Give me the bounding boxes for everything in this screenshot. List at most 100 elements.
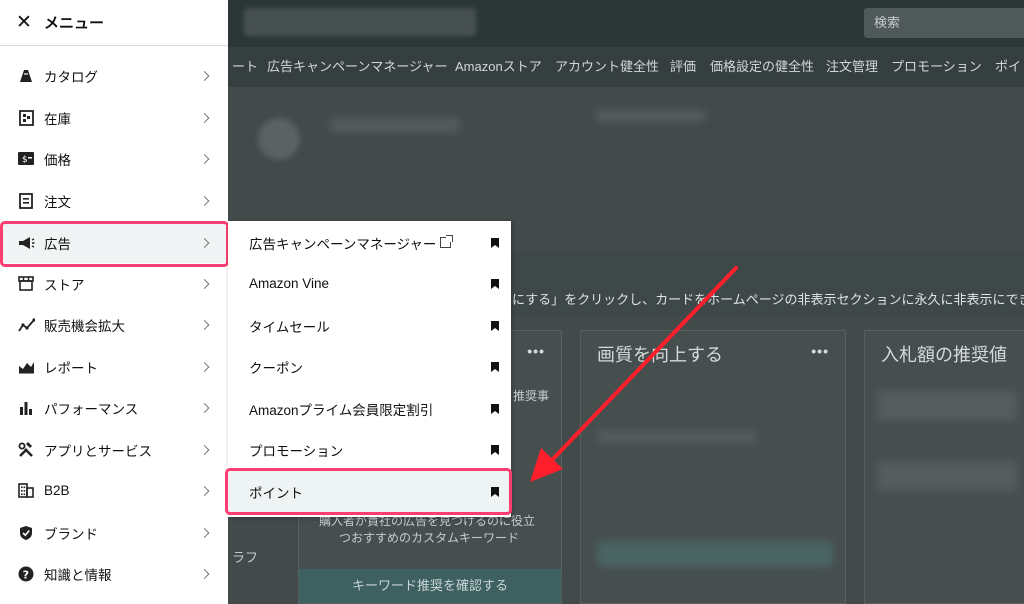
- blurred-store-name: [244, 8, 476, 36]
- points-highlight: [225, 468, 512, 515]
- menu-header: ✕ メニュー: [0, 0, 228, 46]
- menu-item-orders[interactable]: 注文: [0, 180, 228, 221]
- bookmark-icon[interactable]: [491, 362, 499, 372]
- nav-item[interactable]: ート: [232, 47, 258, 87]
- bookmark-icon[interactable]: [491, 445, 499, 455]
- submenu-item-amazon-vine[interactable]: Amazon Vine: [228, 263, 511, 304]
- submenu-item-label: プロモーション: [249, 443, 344, 459]
- menu-item-label: 価格: [44, 152, 71, 168]
- side-menu: ✕ メニュー カタログ 在庫 $ 価格 注文 広告 ストア 販売機会拡大 レポー…: [0, 0, 228, 604]
- chevron-right-icon: [199, 112, 210, 123]
- submenu-item-promotion[interactable]: プロモーション: [228, 429, 511, 470]
- close-icon[interactable]: ✕: [16, 11, 32, 34]
- blurred-button: [597, 541, 833, 567]
- svg-text:$: $: [22, 155, 28, 165]
- growth-icon: [17, 316, 35, 334]
- chevron-right-icon: [199, 402, 210, 413]
- external-link-icon: [440, 235, 454, 248]
- menu-item-catalog[interactable]: カタログ: [0, 55, 228, 96]
- brand-shield-icon: [17, 524, 35, 542]
- reports-icon: [17, 358, 35, 376]
- nav-item[interactable]: 注文管理: [826, 47, 878, 87]
- nav-item[interactable]: 価格設定の健全性: [710, 47, 814, 87]
- store-icon: [17, 275, 35, 293]
- card-image-quality: 画質を向上する •••: [580, 330, 846, 604]
- chevron-right-icon: [199, 195, 210, 206]
- chevron-right-icon: [199, 568, 210, 579]
- menu-item-label: パフォーマンス: [44, 401, 139, 417]
- submenu-item-coupon[interactable]: クーポン: [228, 346, 511, 387]
- blurred-text: [595, 110, 705, 122]
- nav-item[interactable]: ポイ: [995, 47, 1021, 87]
- card-text: つおすすめのカスタムキーワード: [339, 531, 520, 545]
- submenu-item-label: Amazonプライム会員限定割引: [249, 402, 434, 418]
- menu-item-label: アプリとサービス: [44, 443, 152, 459]
- chevron-right-icon: [199, 527, 210, 538]
- nav-item[interactable]: アカウント健全性: [555, 47, 659, 87]
- menu-item-growth[interactable]: 販売機会拡大: [0, 304, 228, 345]
- chevron-right-icon: [199, 319, 210, 330]
- search-input[interactable]: 検索: [864, 8, 1024, 38]
- submenu-item-label: Amazon Vine: [249, 276, 330, 291]
- submenu-item-prime-discount[interactable]: Amazonプライム会員限定割引: [228, 388, 511, 429]
- catalog-icon: [17, 67, 35, 85]
- menu-item-apps[interactable]: アプリとサービス: [0, 429, 228, 470]
- notice-text: にする」をクリックし、カードをホームページの非表示セクションに永久に非表示にでき: [512, 292, 1024, 307]
- bookmark-icon[interactable]: [491, 238, 499, 248]
- submenu-item-label: 広告キャンペーンマネージャー: [249, 236, 437, 252]
- chevron-right-icon: [199, 278, 210, 289]
- menu-item-label: レポート: [44, 360, 98, 376]
- menu-item-reports[interactable]: レポート: [0, 346, 228, 387]
- more-icon[interactable]: •••: [811, 343, 829, 359]
- nav-item[interactable]: Amazonストア: [455, 47, 542, 87]
- menu-item-performance[interactable]: パフォーマンス: [0, 387, 228, 428]
- menu-item-label: ストア: [44, 277, 85, 293]
- card-title: 画質を向上する: [597, 345, 723, 365]
- submenu-item-time-sale[interactable]: タイムセール: [228, 305, 511, 346]
- advertising-highlight: [0, 221, 229, 267]
- svg-text:?: ?: [23, 568, 29, 581]
- menu-item-inventory[interactable]: 在庫: [0, 97, 228, 138]
- help-icon: ?: [17, 565, 35, 583]
- menu-item-label: 注文: [44, 194, 71, 210]
- pricing-icon: $: [17, 150, 35, 168]
- bookmark-icon[interactable]: [491, 279, 499, 289]
- menu-item-label: 在庫: [44, 111, 71, 127]
- card-title: 入札額の推奨値: [881, 345, 1007, 365]
- card-text: ラフ: [232, 550, 259, 565]
- menu-item-label: カタログ: [44, 69, 98, 85]
- menu-item-label: 知識と情報: [44, 567, 112, 583]
- blurred-text: [877, 391, 1017, 421]
- blurred-text: [597, 431, 757, 443]
- orders-icon: [17, 192, 35, 210]
- nav-item[interactable]: 広告キャンペーンマネージャー: [267, 47, 447, 87]
- nav-item[interactable]: プロモーション: [891, 47, 982, 87]
- menu-item-label: B2B: [44, 483, 70, 498]
- blurred-text: [330, 118, 460, 132]
- blurred-text: [877, 461, 1017, 491]
- chevron-right-icon: [199, 485, 210, 496]
- menu-item-pricing[interactable]: $ 価格: [0, 138, 228, 179]
- check-keyword-button[interactable]: キーワード推奨を確認する: [299, 569, 561, 603]
- menu-item-knowledge[interactable]: ? 知識と情報: [0, 553, 228, 594]
- inventory-icon: [17, 109, 35, 127]
- bookmark-icon[interactable]: [491, 404, 499, 414]
- chevron-right-icon: [199, 153, 210, 164]
- b2b-icon: [17, 482, 35, 500]
- performance-icon: [17, 399, 35, 417]
- menu-item-b2b[interactable]: B2B: [0, 470, 228, 511]
- chevron-right-icon: [199, 70, 210, 81]
- blurred-avatar: [258, 118, 300, 160]
- more-icon[interactable]: •••: [527, 343, 545, 359]
- submenu-item-label: タイムセール: [249, 319, 330, 335]
- tools-icon: [17, 441, 35, 459]
- submenu-item-campaign-manager[interactable]: 広告キャンペーンマネージャー: [228, 222, 511, 263]
- nav-item[interactable]: 評価: [670, 47, 696, 87]
- menu-item-label: 販売機会拡大: [44, 318, 125, 334]
- menu-title: メニュー: [44, 15, 105, 32]
- card-bid: 入札額の推奨値: [864, 330, 1024, 604]
- menu-item-brand[interactable]: ブランド: [0, 512, 228, 553]
- menu-item-store[interactable]: ストア: [0, 263, 228, 304]
- bookmark-icon[interactable]: [491, 321, 499, 331]
- menu-item-label: ブランド: [44, 526, 98, 542]
